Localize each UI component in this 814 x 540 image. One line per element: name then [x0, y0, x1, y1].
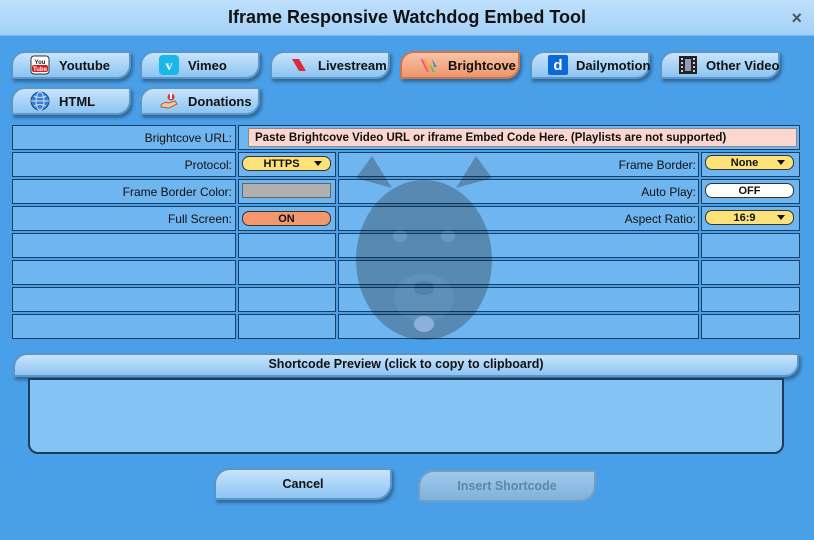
- tab-youtube[interactable]: You Tube Youtube: [11, 51, 131, 79]
- chevron-down-icon: [777, 215, 785, 220]
- tab-label: HTML: [59, 93, 96, 109]
- grid-cell: [701, 314, 800, 339]
- globe-icon: [29, 91, 51, 111]
- protocol-value: HTTPS: [263, 157, 300, 170]
- film-icon: [678, 55, 698, 75]
- grid-cell: [701, 260, 800, 285]
- chevron-down-icon: [777, 160, 785, 165]
- grid-cell: [12, 260, 236, 285]
- brightcove-icon: [418, 55, 440, 75]
- youtube-icon: You Tube: [29, 55, 51, 75]
- brightcove-url-input[interactable]: Paste Brightcove Video URL or iframe Emb…: [248, 128, 797, 147]
- donations-icon: [158, 91, 180, 111]
- aspect-ratio-value: 16:9: [733, 211, 756, 224]
- shortcode-preview-box[interactable]: [28, 378, 784, 454]
- tab-dailymotion[interactable]: d Dailymotion: [530, 51, 650, 79]
- tab-label: Other Video: [706, 57, 780, 73]
- aspect-ratio-label: Aspect Ratio:: [624, 212, 696, 226]
- grid-cell: [238, 260, 336, 285]
- grid-cell: [238, 314, 336, 339]
- cancel-button[interactable]: Cancel: [214, 468, 392, 500]
- full-screen-toggle[interactable]: ON: [242, 211, 331, 226]
- full-screen-label: Full Screen:: [167, 212, 232, 226]
- shortcode-preview-header[interactable]: Shortcode Preview (click to copy to clip…: [13, 353, 799, 377]
- vimeo-icon: v: [158, 55, 180, 75]
- tab-label: Vimeo: [188, 57, 227, 73]
- tab-donations[interactable]: Donations: [140, 87, 260, 115]
- tab-label: Dailymotion: [576, 57, 651, 73]
- tab-brightcove[interactable]: Brightcove: [400, 51, 520, 79]
- window-title: Iframe Responsive Watchdog Embed Tool: [227, 7, 587, 27]
- grid-cell: [12, 233, 236, 258]
- livestream-icon: [288, 55, 310, 75]
- grid-cell: [238, 233, 336, 258]
- svg-text:v: v: [166, 59, 173, 74]
- insert-shortcode-button[interactable]: Insert Shortcode: [418, 470, 596, 502]
- tab-livestream[interactable]: Livestream: [270, 51, 390, 79]
- auto-play-toggle[interactable]: OFF: [705, 183, 794, 198]
- title-bar: Iframe Responsive Watchdog Embed Tool ×: [0, 0, 814, 36]
- grid-cell: [12, 314, 236, 339]
- tab-label: Brightcove: [448, 57, 516, 73]
- close-icon[interactable]: ×: [791, 8, 802, 28]
- protocol-label: Protocol:: [184, 158, 232, 172]
- grid-cell: [238, 287, 336, 312]
- protocol-select[interactable]: HTTPS: [242, 156, 331, 171]
- grid-cell: [12, 287, 236, 312]
- tab-vimeo[interactable]: v Vimeo: [140, 51, 260, 79]
- svg-text:d: d: [553, 57, 562, 74]
- dog-watermark-image: [338, 148, 510, 344]
- frame-border-select[interactable]: None: [705, 155, 794, 170]
- tab-html[interactable]: HTML: [11, 87, 131, 115]
- grid-cell: [701, 287, 800, 312]
- tab-other-video[interactable]: Other Video: [660, 51, 780, 79]
- aspect-ratio-select[interactable]: 16:9: [705, 210, 794, 225]
- tab-label: Donations: [188, 93, 252, 109]
- frame-border-color-label: Frame Border Color:: [122, 185, 232, 199]
- tab-label: Youtube: [59, 57, 111, 73]
- dailymotion-icon: d: [548, 55, 568, 75]
- brightcove-url-label: Brightcove URL:: [144, 131, 232, 145]
- svg-text:Tube: Tube: [33, 67, 48, 73]
- grid-cell: [701, 233, 800, 258]
- tab-label: Livestream: [318, 57, 387, 73]
- auto-play-label: Auto Play:: [641, 185, 696, 199]
- frame-border-label: Frame Border:: [618, 158, 696, 172]
- chevron-down-icon: [314, 161, 322, 166]
- frame-border-value: None: [730, 156, 759, 169]
- frame-border-color-picker[interactable]: [242, 183, 331, 198]
